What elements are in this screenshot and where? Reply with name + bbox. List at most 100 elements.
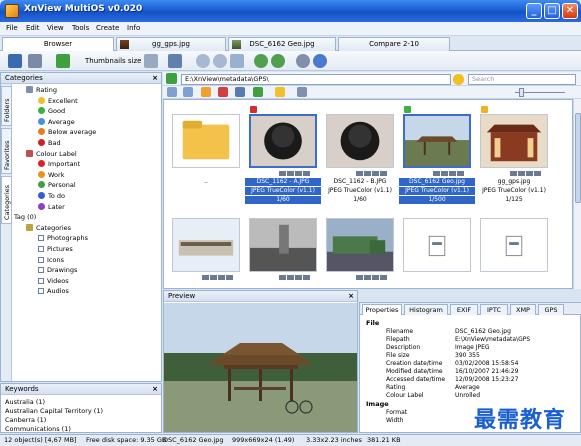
menu-create[interactable]: Create bbox=[96, 24, 119, 32]
tree-node[interactable]: Pictures bbox=[38, 245, 73, 254]
keyword-item[interactable]: Australia (1) bbox=[5, 398, 45, 406]
thumbnail-item[interactable] bbox=[245, 208, 321, 288]
tag-icon[interactable] bbox=[56, 54, 70, 68]
tab-iptc[interactable]: IPTC bbox=[480, 304, 508, 315]
layout-icon[interactable] bbox=[297, 87, 307, 97]
menu-view[interactable]: View bbox=[47, 24, 64, 32]
forward-icon[interactable] bbox=[183, 87, 193, 97]
close-button[interactable]: ✕ bbox=[562, 3, 578, 19]
close-panel-icon[interactable]: × bbox=[348, 291, 354, 301]
tree-node[interactable]: To do bbox=[38, 192, 65, 201]
delete-icon[interactable] bbox=[218, 87, 228, 97]
preview-panel-header: Preview × bbox=[164, 291, 357, 302]
tree-node[interactable]: Excellent bbox=[38, 96, 78, 106]
thumbnail-item[interactable] bbox=[322, 208, 398, 288]
move-icon[interactable] bbox=[235, 87, 245, 97]
tree-node[interactable]: Rating bbox=[26, 86, 57, 95]
category-checkbox[interactable] bbox=[38, 235, 44, 242]
menu-file[interactable]: File bbox=[6, 24, 18, 32]
thumbnail-item[interactable]: DSC_1162 - B.JPG JPEG TrueColor (v1.1) 1/6… bbox=[322, 104, 398, 203]
path-input[interactable]: E:\XnView\metadata\GPS\ bbox=[181, 74, 451, 85]
color-label-flag-icon bbox=[250, 106, 257, 113]
thumbnail-item[interactable] bbox=[168, 208, 244, 288]
thumbnail-item[interactable] bbox=[476, 208, 552, 288]
tab-label: Compare 2-10 bbox=[369, 40, 419, 48]
tab-histogram[interactable]: Histogram bbox=[404, 304, 448, 315]
new-folder-icon[interactable] bbox=[201, 87, 211, 97]
tab-gps[interactable]: GPS bbox=[538, 304, 564, 315]
menu-info[interactable]: Info bbox=[127, 24, 140, 32]
keyword-item[interactable]: Canberra (1) bbox=[5, 416, 46, 424]
sort-icon[interactable] bbox=[144, 54, 158, 68]
fullscreen-icon[interactable] bbox=[8, 54, 22, 68]
tree-node[interactable]: Photographs bbox=[38, 234, 88, 243]
scrollbar-thumb[interactable] bbox=[575, 113, 581, 203]
tab-browser[interactable]: Browser bbox=[2, 37, 114, 51]
menu-tools[interactable]: Tools bbox=[72, 24, 89, 32]
maximize-button[interactable]: □ bbox=[544, 3, 560, 19]
zoom-slider-handle[interactable] bbox=[519, 88, 524, 97]
browser-scrollbar[interactable] bbox=[573, 99, 581, 289]
minimize-button[interactable]: _ bbox=[526, 3, 542, 19]
category-checkbox[interactable] bbox=[38, 246, 44, 252]
filter-icon[interactable] bbox=[168, 54, 182, 68]
tree-node[interactable]: Audios bbox=[38, 287, 69, 296]
filter-funnel-icon[interactable] bbox=[275, 87, 285, 97]
thumbnail-item[interactable]: .. bbox=[168, 104, 244, 194]
favorite-star-icon[interactable] bbox=[453, 74, 464, 85]
side-tab-favorites[interactable]: Favorites bbox=[1, 128, 12, 174]
tree-node[interactable]: Categories bbox=[26, 223, 71, 233]
tab-xmp[interactable]: XMP bbox=[510, 304, 536, 315]
keyword-item[interactable]: Australian Capital Territory (1) bbox=[5, 407, 103, 415]
tree-node[interactable]: Icons bbox=[38, 256, 64, 265]
thumbnail-item[interactable] bbox=[399, 208, 475, 288]
search-input[interactable]: Search bbox=[468, 74, 576, 85]
thumbnail-item[interactable]: DSC_6162 Geo.jpg JPEG TrueColor (v1.1) 1/5… bbox=[399, 104, 475, 204]
category-checkbox[interactable] bbox=[38, 288, 44, 295]
category-checkbox[interactable] bbox=[38, 256, 44, 263]
tab-gg-gps[interactable]: gg_gps.jpg bbox=[116, 37, 226, 51]
tree-node[interactable]: Colour Label bbox=[26, 149, 77, 159]
tree-node[interactable]: Average bbox=[38, 117, 75, 127]
tag-filter-icon[interactable] bbox=[253, 87, 263, 97]
menu-edit[interactable]: Edit bbox=[26, 24, 40, 32]
back-icon[interactable] bbox=[167, 87, 177, 97]
forward-arrow-icon[interactable] bbox=[213, 54, 227, 68]
settings-icon[interactable] bbox=[296, 54, 310, 68]
tree-node[interactable]: Below average bbox=[38, 128, 96, 137]
category-checkbox[interactable] bbox=[38, 277, 44, 284]
help-icon[interactable] bbox=[313, 54, 327, 68]
close-panel-icon[interactable]: × bbox=[152, 384, 158, 394]
tree-node[interactable]: Tag (0) bbox=[14, 213, 36, 222]
back-arrow-icon[interactable] bbox=[196, 54, 210, 68]
side-tab-categories[interactable]: Categories bbox=[1, 176, 12, 224]
tree-node[interactable]: Good bbox=[38, 107, 65, 116]
tab-properties[interactable]: Properties bbox=[362, 304, 402, 315]
tree-node[interactable]: Personal bbox=[38, 181, 76, 190]
rotate-right-icon[interactable] bbox=[271, 54, 285, 68]
thumbnails-size-label[interactable]: Thumbnails size bbox=[85, 57, 141, 65]
tree-node[interactable]: Drawings bbox=[38, 266, 77, 275]
thumbnail-item[interactable]: gg_gps.jpg JPEG TrueColor (v1.1) 1/125 bbox=[476, 104, 552, 203]
refresh-icon[interactable] bbox=[166, 73, 177, 84]
property-value: Unrolled bbox=[455, 392, 481, 399]
close-panel-icon[interactable]: × bbox=[152, 73, 158, 83]
tab-exif[interactable]: EXIF bbox=[450, 304, 478, 315]
view-mode-icon[interactable] bbox=[28, 54, 42, 68]
preview-title: Preview bbox=[168, 292, 196, 300]
tab-dsc-6162[interactable]: DSC_6162 Geo.jpg bbox=[228, 37, 336, 51]
up-arrow-icon[interactable] bbox=[230, 54, 244, 68]
tree-node[interactable]: Later bbox=[38, 202, 65, 212]
tree-node[interactable]: Videos bbox=[38, 277, 69, 286]
property-section-header[interactable]: File bbox=[366, 319, 379, 327]
tree-node[interactable]: Important bbox=[38, 160, 80, 169]
rotate-left-icon[interactable] bbox=[254, 54, 268, 68]
tree-node[interactable]: Bad bbox=[38, 139, 61, 148]
side-tab-folders[interactable]: Folders bbox=[1, 86, 12, 126]
tree-node[interactable]: Work bbox=[38, 170, 64, 180]
tab-compare[interactable]: Compare 2-10 bbox=[338, 37, 450, 51]
property-section-header[interactable]: Image bbox=[366, 400, 389, 408]
keyword-item[interactable]: Communications (1) bbox=[5, 425, 71, 433]
thumbnail-item[interactable]: DSC_1162 - A.JPG JPEG TrueColor (v1.1) 1/6… bbox=[245, 104, 321, 204]
category-checkbox[interactable] bbox=[38, 267, 44, 274]
